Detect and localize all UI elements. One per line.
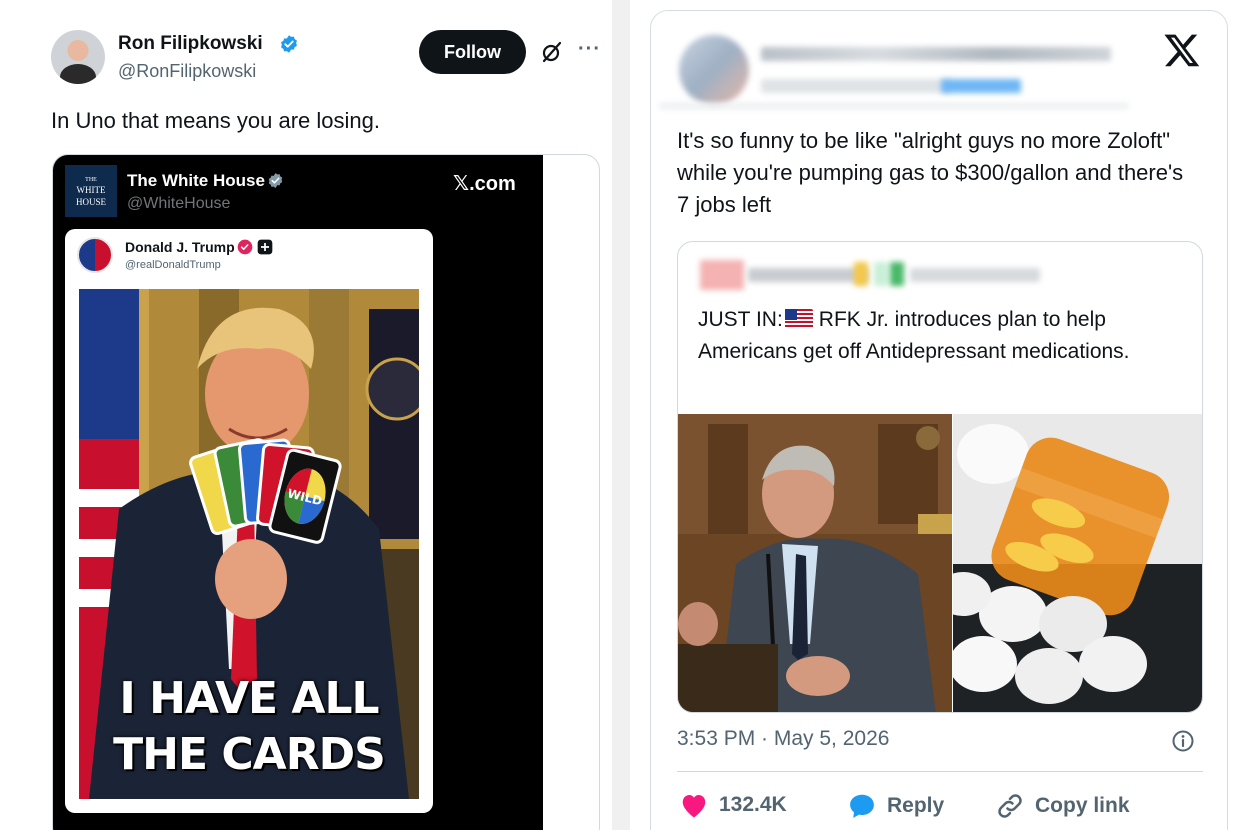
gray-verified-badge-icon xyxy=(268,173,283,188)
x-logo-icon[interactable] xyxy=(1163,31,1201,69)
quoted-post-card[interactable]: JUST IN: RFK Jr. introduces plan to help … xyxy=(677,241,1203,713)
meme-caption-line2: THE CARDS xyxy=(113,729,386,780)
copy-link-button[interactable]: Copy link xyxy=(995,791,1130,821)
blurred-follow-link xyxy=(941,79,1021,93)
link-icon xyxy=(998,794,1022,818)
blurred-author-handle xyxy=(761,79,951,93)
panel-divider xyxy=(612,0,630,830)
pink-verified-badge-icon xyxy=(237,239,253,255)
blurred-quote-badge-3 xyxy=(890,262,904,286)
pill-bottle-photo[interactable] xyxy=(953,414,1202,712)
x-com-watermark: 𝕏.com xyxy=(453,173,516,195)
trump-handle: @realDonaldTrump xyxy=(125,259,221,271)
trump-post-screenshot: Donald J. Trump @realDonaldTrump WILD I … xyxy=(65,229,433,813)
post-timestamp[interactable]: 3:53 PM · May 5, 2026 xyxy=(677,727,889,751)
rfk-photo[interactable] xyxy=(678,414,952,712)
author-handle[interactable]: @RonFilipkowski xyxy=(118,61,256,82)
blurred-quote-badge-2 xyxy=(874,262,888,286)
ron-avatar[interactable] xyxy=(51,30,105,84)
right-screenshot-card: It's so funny to be like "alright guys n… xyxy=(650,10,1228,830)
author-name[interactable]: Ron Filipkowski xyxy=(118,33,263,55)
embedded-account-name[interactable]: The White House xyxy=(127,171,265,191)
tweet-text: It's so funny to be like "alright guys n… xyxy=(677,128,1184,217)
white-house-logo: THE WHITE HOUSE xyxy=(65,165,117,217)
tweet-text: In Uno that means you are losing. xyxy=(51,108,380,133)
blurred-quote-badge xyxy=(854,262,868,286)
blurred-avatar xyxy=(679,35,749,105)
grok-icon[interactable] xyxy=(540,40,564,64)
verified-badge-icon xyxy=(281,35,297,53)
like-button[interactable]: 132.4K xyxy=(679,791,787,819)
blurred-quote-avatar xyxy=(700,260,744,290)
blurred-separator xyxy=(659,103,1129,109)
embedded-post-card[interactable]: THE WHITE HOUSE The White House @WhiteHo… xyxy=(52,154,600,830)
trump-avatar xyxy=(77,237,113,273)
just-in-label: JUST IN: xyxy=(698,308,783,331)
blurred-quote-name xyxy=(748,268,868,282)
follow-button[interactable]: Follow xyxy=(419,30,526,74)
left-screenshot: Ron Filipkowski @RonFilipkowski Follow ·… xyxy=(0,0,612,830)
more-options-icon[interactable]: ··· xyxy=(578,38,601,61)
us-flag-icon xyxy=(784,309,813,329)
reply-label: Reply xyxy=(887,794,945,817)
info-icon[interactable] xyxy=(1171,729,1195,753)
footer-divider xyxy=(677,771,1203,772)
plus-badge-icon xyxy=(257,239,273,255)
blurred-author-name xyxy=(761,47,1111,61)
quoted-post-text: JUST IN: RFK Jr. introduces plan to help … xyxy=(698,304,1188,368)
blurred-quote-handle xyxy=(910,268,1040,282)
meme-caption-line1: I HAVE ALL xyxy=(119,673,379,724)
like-count: 132.4K xyxy=(719,793,787,816)
reply-button[interactable]: Reply xyxy=(847,791,944,821)
trump-uno-meme-image: WILD I HAVE ALL THE CARDS xyxy=(79,289,419,799)
trump-name: Donald J. Trump xyxy=(125,239,235,255)
reply-icon xyxy=(850,794,874,818)
copy-link-label: Copy link xyxy=(1035,794,1130,817)
embedded-post-background: THE WHITE HOUSE The White House @WhiteHo… xyxy=(53,155,543,830)
heart-icon xyxy=(682,795,706,818)
embedded-account-handle[interactable]: @WhiteHouse xyxy=(127,195,230,213)
